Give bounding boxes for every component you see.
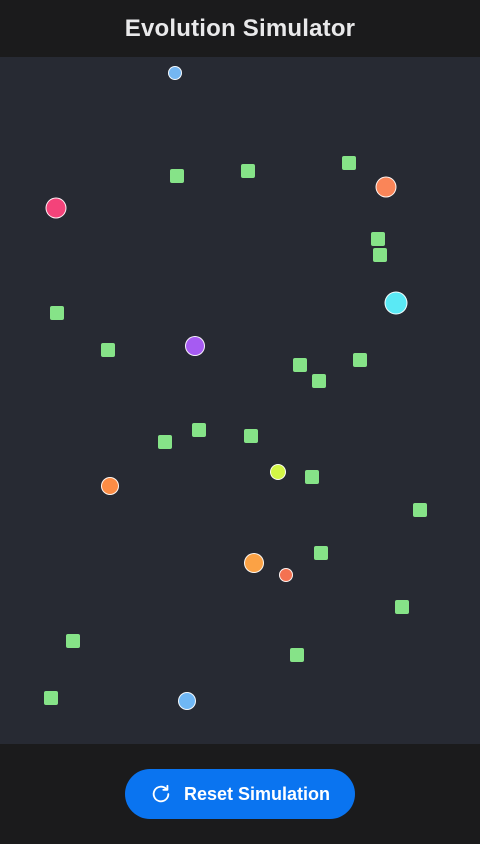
food-pellet bbox=[413, 503, 427, 517]
creature bbox=[45, 197, 67, 219]
food-pellet bbox=[170, 169, 184, 183]
food-pellet bbox=[241, 164, 255, 178]
food-pellet bbox=[342, 156, 356, 170]
app: Evolution Simulator Reset Simulation bbox=[0, 0, 480, 844]
footer: Reset Simulation bbox=[0, 744, 480, 844]
food-pellet bbox=[371, 232, 385, 246]
creature bbox=[185, 336, 205, 356]
food-pellet bbox=[395, 600, 409, 614]
page-title: Evolution Simulator bbox=[124, 14, 356, 42]
refresh-icon bbox=[150, 783, 172, 805]
creature bbox=[270, 464, 286, 480]
food-pellet bbox=[192, 423, 206, 437]
creature bbox=[101, 477, 119, 495]
creature bbox=[384, 291, 408, 315]
food-pellet bbox=[312, 374, 326, 388]
food-pellet bbox=[158, 435, 172, 449]
food-pellet bbox=[314, 546, 328, 560]
food-pellet bbox=[305, 470, 319, 484]
food-pellet bbox=[373, 248, 387, 262]
food-pellet bbox=[101, 343, 115, 357]
reset-simulation-label: Reset Simulation bbox=[183, 783, 331, 804]
reset-simulation-button[interactable]: Reset Simulation bbox=[125, 769, 355, 819]
creature bbox=[279, 568, 293, 582]
creature bbox=[244, 553, 264, 573]
simulation-canvas[interactable] bbox=[0, 57, 480, 744]
food-pellet bbox=[50, 306, 64, 320]
header: Evolution Simulator bbox=[0, 0, 480, 57]
creature bbox=[168, 66, 182, 80]
food-pellet bbox=[353, 353, 367, 367]
food-pellet bbox=[244, 429, 258, 443]
food-pellet bbox=[44, 691, 58, 705]
creature bbox=[178, 692, 196, 710]
food-pellet bbox=[290, 648, 304, 662]
food-pellet bbox=[293, 358, 307, 372]
food-pellet bbox=[66, 634, 80, 648]
creature bbox=[375, 176, 397, 198]
